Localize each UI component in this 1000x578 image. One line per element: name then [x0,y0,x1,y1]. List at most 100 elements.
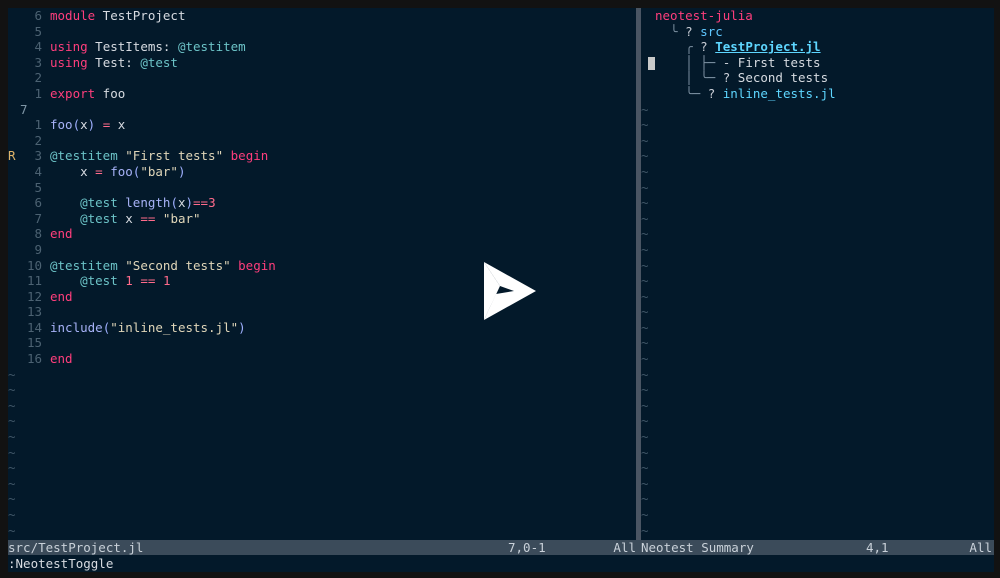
empty-line-tilde: ~ [641,319,649,335]
empty-line-tilde: ~ [641,507,649,522]
token-fn: foo [50,117,73,133]
code-line[interactable]: 12 end [8,289,636,305]
code-line[interactable]: 7 [8,102,636,118]
token-paren: ) [177,163,186,179]
line-number: 11 [26,273,42,289]
editor-pane[interactable]: 6 module TestProject 5 4 using TestItems: @t… [8,8,636,538]
line-number: 6 [34,8,42,23]
test-status-marker: ? [700,39,716,55]
test-name[interactable]: Second tests [738,70,828,85]
line-number: 6 [34,195,42,211]
token-str: "bar" [140,163,178,179]
line-number: 8 [34,226,42,242]
empty-line-tilde: ~ [641,444,649,460]
token-num: 1 [162,273,171,289]
neotest-summary-pane[interactable]: neotest-julia ╰ ? src ╭ ? TestProject.jl… [641,8,994,538]
token-macro: @test [80,210,118,226]
code-line[interactable]: 4 using TestItems: @testitem [8,39,636,55]
code-line[interactable]: 3 using Test: @test [8,55,636,71]
token-ident [50,211,80,226]
file-name[interactable]: inline_tests.jl [723,86,836,101]
code-line[interactable]: 5 [8,24,636,40]
code-line[interactable]: 1 export foo [8,86,636,102]
code-line[interactable]: R 3 @testitem "First tests" begin [8,148,636,164]
code-line[interactable]: 16 end [8,351,636,367]
empty-line-tilde: ~ [8,491,16,507]
directory-name[interactable]: src [700,24,723,39]
summary-tree-item[interactable]: │ ├─ - First tests [641,55,994,71]
line-number: 13 [26,304,42,320]
code-line[interactable]: 2 [8,70,636,86]
test-status-marker: ? [685,23,701,39]
code-line[interactable]: 8 end [8,226,636,242]
summary-tree-item[interactable]: │ ╰─ ? Second tests [641,70,994,86]
empty-line-tilde: ~ [641,397,649,413]
token-kw: end [50,226,73,242]
video-frame: 6 module TestProject 5 4 using TestItems: @t… [0,0,1000,578]
token-str: "inline_tests.jl" [110,319,239,335]
token-num: 1 [125,273,133,289]
summary-tree-item[interactable]: ╰─ ? inline_tests.jl [641,86,994,102]
test-status-marker: ? [722,70,738,86]
status-cursor-position: 7,0-1 [508,540,546,555]
summary-tree-item[interactable]: ╰ ? src [641,24,994,40]
empty-line-tilde: ~ [641,351,649,367]
empty-line-tilde: ~ [8,444,16,460]
line-number: 15 [26,335,42,351]
code-line[interactable]: 7 @test x == "bar" [8,211,636,227]
token-paren: ( [72,117,81,133]
play-icon[interactable] [474,258,540,324]
code-line[interactable]: 6 @test length(x)==3 [8,195,636,211]
summary-tree-item[interactable]: ╭ ? TestProject.jl [641,39,994,55]
code-text: end [42,351,73,367]
empty-line-tilde: ~ [641,366,649,382]
code-text: end [42,289,73,305]
empty-line-tilde: ~ [641,304,649,320]
test-status-marker: ? [707,85,723,101]
file-name[interactable]: TestProject.jl [715,39,820,54]
code-line[interactable]: 2 [8,133,636,149]
code-line[interactable]: 14 include("inline_tests.jl") [8,320,636,336]
token-paren: ) [185,195,194,211]
token-op: = [95,163,103,179]
command-line[interactable]: :NeotestToggle [8,556,113,571]
code-line[interactable]: 5 [8,180,636,196]
token-fn: foo [110,163,133,179]
code-line[interactable]: 11 @test 1 == 1 [8,273,636,289]
token-macro: @testitem [177,39,246,55]
code-line[interactable]: 9 [8,242,636,258]
code-line[interactable]: 10 @testitem "Second tests" begin [8,258,636,274]
empty-line-tilde: ~ [641,491,649,507]
line-number: 16 [26,351,42,367]
code-line[interactable]: 1 foo(x) = x [8,117,636,133]
token-kw: begin [238,257,276,273]
code-text: include("inline_tests.jl") [42,320,246,336]
empty-line-tilde: ~ [641,288,649,304]
status-left: src/TestProject.jl 7,0-1 All [8,540,636,555]
code-line[interactable]: 6 module TestProject [8,8,636,24]
code-line[interactable]: 15 [8,335,636,351]
status-scroll: All [613,540,636,555]
token-paren: ( [170,195,178,211]
token-op: == [193,195,209,211]
empty-line-tilde: ~ [8,507,16,522]
tree-connector: ╭ [655,39,701,55]
token-ident: x [117,210,141,226]
empty-line-tilde: ~ [641,226,649,242]
line-number: 1 [34,117,42,133]
code-line[interactable]: 13 [8,304,636,320]
empty-line-tilde: ~ [8,429,16,445]
empty-line-tilde: ~ [8,397,16,413]
code-text: @testitem "Second tests" begin [42,258,276,274]
empty-line-tilde: ~ [641,148,649,164]
code-line[interactable]: 4 x = foo("bar") [8,164,636,180]
code-text: @test 1 == 1 [42,273,170,289]
line-number: 2 [34,132,42,148]
code-text: foo(x) = x [42,117,125,133]
test-name[interactable]: First tests [738,55,821,70]
status-filename: src/TestProject.jl [8,540,144,555]
token-kw: using [50,54,88,70]
line-number: 9 [34,241,42,257]
empty-line-tilde: ~ [641,101,649,117]
cursor [648,56,655,70]
